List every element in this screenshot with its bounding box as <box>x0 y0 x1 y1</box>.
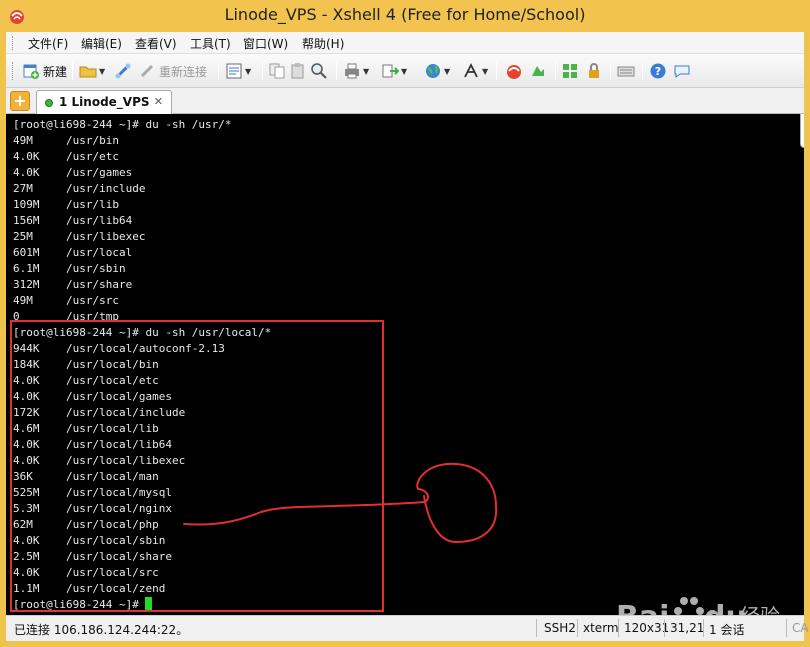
connect-button[interactable] <box>114 60 132 82</box>
toolbar-separator <box>555 62 556 80</box>
keyboard-button[interactable] <box>617 60 635 82</box>
menu-help[interactable]: 帮助(H) <box>302 35 344 52</box>
layout-icon <box>563 64 577 78</box>
print-button[interactable]: ▼ <box>343 60 369 82</box>
status-divider <box>618 619 619 637</box>
status-bar: 已连接 106.186.124.244:22。 SSH2 xterm 120x3… <box>6 615 809 641</box>
status-divider <box>664 619 665 637</box>
svg-text:?: ? <box>655 65 661 78</box>
printer-icon <box>345 63 359 79</box>
cursor-position-status: 31,21 <box>670 621 705 635</box>
toolbar-separator <box>218 62 219 80</box>
baidu-watermark-logo: Bai du 经验 <box>616 597 780 615</box>
reconnect-label: 重新连接 <box>159 64 208 79</box>
toolbar-grip[interactable] <box>12 62 15 80</box>
help-icon: ? <box>650 63 666 79</box>
font-button[interactable]: ▼ <box>462 60 488 82</box>
xftp-button[interactable] <box>505 60 523 82</box>
keyboard-icon <box>617 66 635 77</box>
terminal-output[interactable]: [root@li698-244 ~]# du -sh /usr/* 49M /us… <box>6 114 804 615</box>
link-icon <box>115 63 131 79</box>
scrollbar[interactable] <box>798 114 804 178</box>
protocol-status: SSH2 <box>544 621 576 635</box>
new-session-label: 新建 <box>43 64 68 79</box>
session-tab-bar: + 1 Linode_VPS ✕ <box>6 88 804 114</box>
scrollbar-thumb[interactable] <box>800 114 804 148</box>
window-title: Linode_VPS - Xshell 4 (Free for Home/Sch… <box>224 5 586 24</box>
tab-linode-vps[interactable]: 1 Linode_VPS ✕ <box>36 90 172 114</box>
open-folder-button[interactable]: ▼ <box>79 60 105 82</box>
chevron-down-icon[interactable]: ▼ <box>444 67 450 76</box>
globe-button[interactable]: ▼ <box>424 60 450 82</box>
close-icon[interactable]: ✕ <box>154 95 163 108</box>
help-button[interactable]: ? <box>649 60 667 82</box>
toolbar-separator <box>262 62 263 80</box>
chevron-down-icon[interactable]: ▼ <box>99 67 105 76</box>
toolbar-separator <box>610 62 611 80</box>
folder-icon <box>79 66 97 78</box>
status-divider <box>536 619 537 637</box>
properties-icon <box>226 63 242 79</box>
paste-icon <box>291 63 304 79</box>
reconnect-icon <box>140 64 154 78</box>
font-icon <box>464 62 478 78</box>
menu-tools[interactable]: 工具(T) <box>190 35 231 52</box>
status-divider <box>703 619 704 637</box>
toolbar-separator <box>336 62 337 80</box>
connection-status: 已连接 106.186.124.244:22。 <box>14 623 189 637</box>
new-session-icon <box>23 64 39 79</box>
new-session-button[interactable]: 新建 <box>22 60 67 82</box>
xshell-logo-icon <box>507 65 521 79</box>
terminal-type-status: xterm <box>583 621 619 635</box>
menu-bar: 文件(F) 编辑(E) 查看(V) 工具(T) 窗口(W) 帮助(H) <box>6 32 804 54</box>
find-button[interactable] <box>310 60 328 82</box>
chevron-down-icon[interactable]: ▼ <box>482 67 488 76</box>
add-tab-button[interactable]: + <box>10 91 30 111</box>
script-button[interactable] <box>529 60 547 82</box>
session-count-status: 1 会话 <box>709 623 745 637</box>
svg-text:Bai: Bai <box>616 600 669 615</box>
chevron-down-icon[interactable]: ▼ <box>245 67 251 76</box>
lock-button[interactable] <box>585 60 603 82</box>
menu-view[interactable]: 查看(V) <box>135 35 177 52</box>
menu-edit[interactable]: 编辑(E) <box>81 35 122 52</box>
lock-icon <box>589 63 599 78</box>
search-icon <box>311 63 327 79</box>
terminal-size-status: 120x31 <box>624 621 670 635</box>
app-window: Linode_VPS - Xshell 4 (Free for Home/Sch… <box>0 0 810 647</box>
reconnect-button[interactable]: 重新连接 <box>138 60 207 82</box>
chat-button[interactable] <box>673 60 691 82</box>
toolbar-separator <box>496 62 497 80</box>
svg-text:经验: 经验 <box>740 604 780 615</box>
script-icon <box>532 66 544 76</box>
menu-window[interactable]: 窗口(W) <box>243 35 288 52</box>
copy-icon <box>269 63 285 79</box>
chevron-down-icon[interactable]: ▼ <box>363 67 369 76</box>
toolbar-separator <box>72 62 73 80</box>
tab-label: 1 Linode_VPS <box>59 95 150 109</box>
menu-grip[interactable] <box>12 36 15 50</box>
title-bar[interactable]: Linode_VPS - Xshell 4 (Free for Home/Sch… <box>0 0 810 32</box>
globe-icon <box>426 64 440 78</box>
connected-status-icon <box>45 99 53 107</box>
status-divider <box>786 619 787 637</box>
layout-button[interactable] <box>561 60 579 82</box>
menu-file[interactable]: 文件(F) <box>28 35 68 52</box>
toolbar-separator <box>642 62 643 80</box>
paste-button[interactable] <box>289 60 307 82</box>
chat-bubble-icon <box>674 65 690 78</box>
transfer-icon <box>382 64 399 78</box>
chevron-down-icon[interactable]: ▼ <box>401 67 407 76</box>
handwritten-annotation <box>183 462 498 543</box>
transfer-button[interactable]: ▼ <box>381 60 407 82</box>
status-divider <box>577 619 578 637</box>
caps-status: CA <box>792 621 809 635</box>
properties-button[interactable]: ▼ <box>225 60 251 82</box>
toolbar: 新建 ▼ 重新连接 ▼ ▼ ▼ ▼ ▼ ? <box>6 54 804 88</box>
copy-button[interactable] <box>268 60 286 82</box>
client-area: 文件(F) 编辑(E) 查看(V) 工具(T) 窗口(W) 帮助(H) 新建 ▼ <box>6 32 809 641</box>
